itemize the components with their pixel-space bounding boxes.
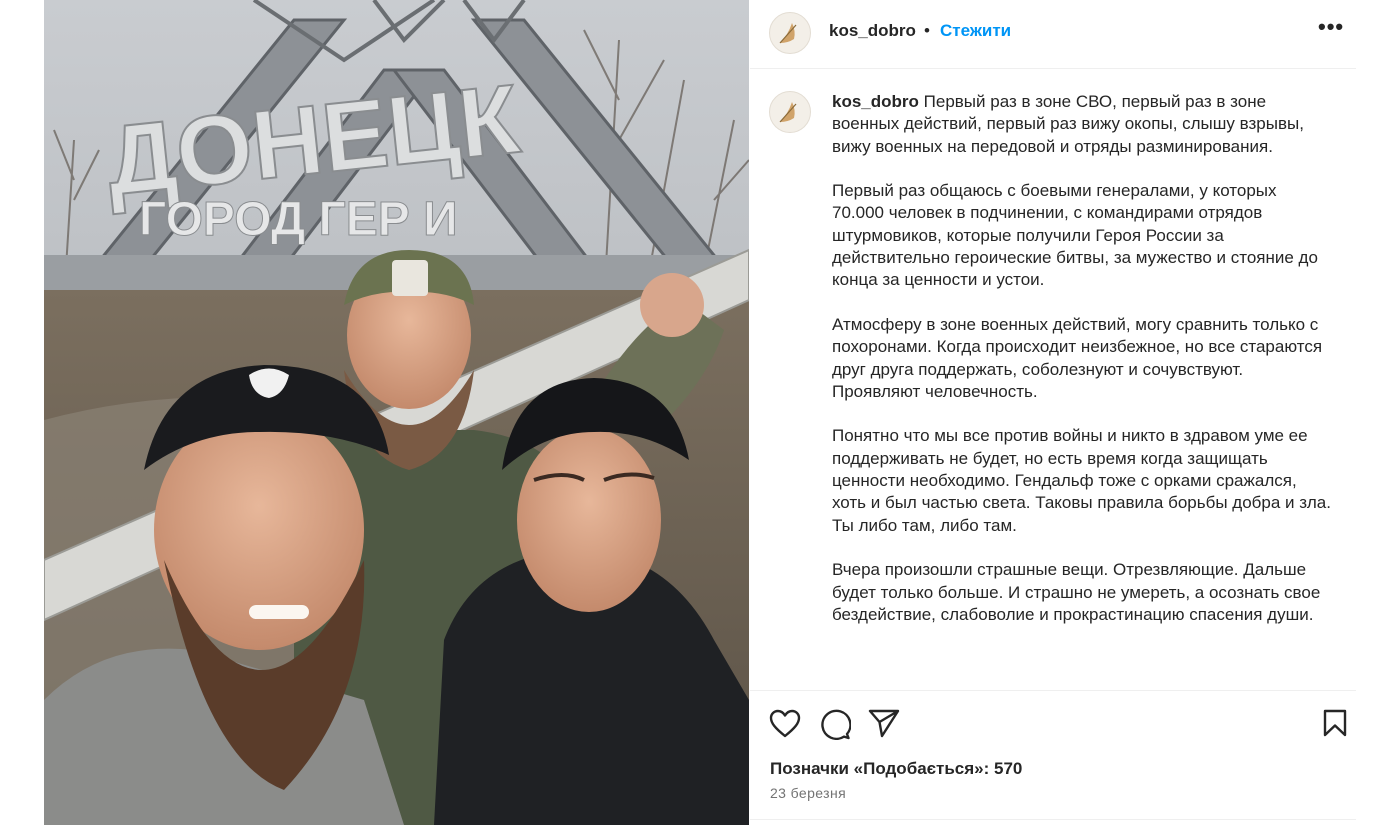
header-separator: • xyxy=(924,21,930,40)
caption-paragraph: Понятно что мы все против войны и никто … xyxy=(832,426,1331,535)
follow-button[interactable]: Стежити xyxy=(940,21,1011,41)
author-username[interactable]: kos_dobro xyxy=(829,21,916,41)
caption-section: kos_dobro Первый раз в зоне СВО, первый … xyxy=(750,69,1356,689)
caption-avatar[interactable] xyxy=(769,91,811,133)
comment-bubble-icon[interactable] xyxy=(819,708,851,740)
caption-paragraph: Первый раз общаюсь с боевыми генералами,… xyxy=(832,181,1318,290)
caption-username[interactable]: kos_dobro xyxy=(832,92,919,111)
caption-text: kos_dobro Первый раз в зоне СВО, первый … xyxy=(832,91,1332,648)
post-photo[interactable]: ДОНЕЦК ГОРОД ГЕР И xyxy=(44,0,749,825)
likes-count[interactable]: Позначки «Подобається»: 570 xyxy=(770,759,1022,779)
caption-paragraph: Атмосферу в зоне военных действий, могу … xyxy=(832,314,1323,401)
paper-plane-icon[interactable] xyxy=(868,708,900,738)
caption-paragraph: kos_dobro Первый раз в зоне СВО, первый … xyxy=(832,92,1304,156)
feather-logo-icon xyxy=(779,23,797,44)
feather-logo-icon xyxy=(779,102,797,123)
more-options-icon[interactable]: ••• xyxy=(1318,14,1344,40)
caption-paragraph: Вчера произошли страшные вещи. Отрезвляю… xyxy=(832,560,1321,624)
divider xyxy=(750,819,1356,820)
heart-icon[interactable] xyxy=(769,709,801,739)
post-header: kos_dobro • Стежити ••• xyxy=(750,0,1356,69)
sign-subtitle-text: ГОРОД ГЕР И xyxy=(139,193,458,246)
post-date[interactable]: 23 березня xyxy=(770,785,846,801)
post-actions: Позначки «Подобається»: 570 23 березня xyxy=(750,690,1356,826)
author-avatar[interactable] xyxy=(769,12,811,54)
photo-illustration: ДОНЕЦК ГОРОД ГЕР И xyxy=(44,0,749,825)
bookmark-icon[interactable] xyxy=(1322,709,1348,737)
post-sidebar: kos_dobro • Стежити ••• kos_dobro Первый… xyxy=(750,0,1356,825)
